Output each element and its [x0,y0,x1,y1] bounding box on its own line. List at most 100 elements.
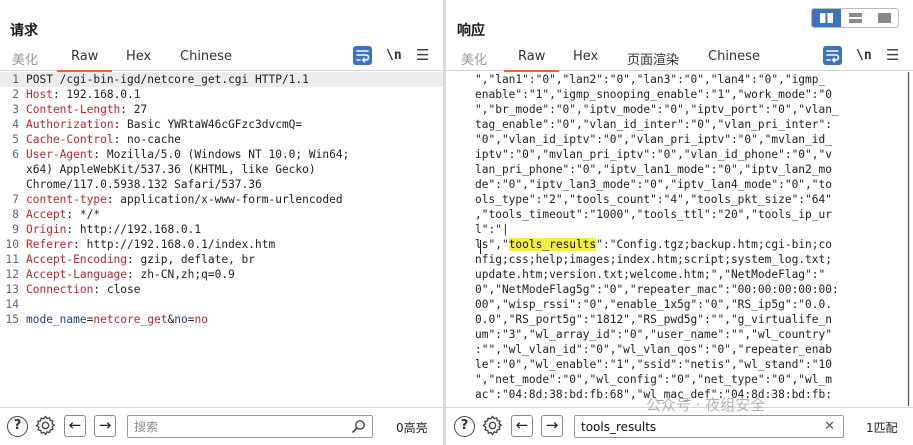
code-line: Chrome/117.0.5938.132 Safari/537.36 [0,177,443,192]
request-highlight-count: 0高亮 [396,421,428,435]
response-tab-pretty[interactable]: 美化 [461,49,487,68]
search-match-highlight: tools_results [508,238,597,251]
code-token: Cache-Control [26,133,114,146]
response-tab-raw[interactable]: Raw [503,49,560,72]
code-token: nfig;css;help;images;index.htm;script;sy… [475,253,832,266]
code-text: "0","vlan_id_iptv":"0","vlan_pri_iptv":"… [475,132,832,147]
word-wrap-icon[interactable] [823,46,842,65]
code-line: 1 POST /cgi-bin-igd/netcore_get.cgi HTTP/… [0,72,443,87]
search-icon[interactable] [351,419,366,434]
request-editor[interactable]: 1 POST /cgi-bin-igd/netcore_get.cgi HTTP/… [0,72,443,406]
response-pane: 响应 美化 Raw Hex 页面渲染 Chinese \n ☰ ","lan1"… [446,0,913,445]
search-prev-button[interactable]: ← [64,415,86,437]
response-tab-hex[interactable]: Hex [573,49,598,64]
code-token: : application/x-www-form-urlencoded [106,193,343,206]
response-tab-chinese[interactable]: Chinese [708,49,760,64]
code-token: ,"tools_timeout":"1000","tools_ttl":"20"… [475,208,832,221]
code-line: 6 User-Agent: Mozilla/5.0 (Windows NT 10.… [0,147,443,162]
code-token: um":"3","wl_array_id":"0","user_name":""… [475,328,832,341]
code-line: 13 Connection: close [0,282,443,297]
request-tab-chinese[interactable]: Chinese [180,49,232,64]
clear-search-icon[interactable]: ✕ [824,418,835,434]
line-number: 1 [12,73,19,86]
request-tab-hex[interactable]: Hex [126,49,151,64]
code-line: ","lan1":"0","lan2":"0","lan3":"0","lan4… [446,72,913,87]
code-token: : */* [66,208,101,221]
response-search-input[interactable] [581,418,801,435]
code-text: ","lan1":"0","lan2":"0","lan3":"0","lan4… [475,72,825,87]
watermark: 公众号 · 夜组安全 [646,396,766,414]
code-text: nfig;css;help;images;index.htm;script;sy… [475,252,832,267]
search-next-button[interactable]: → [94,415,116,437]
response-tabs: 美化 Raw Hex 页面渲染 Chinese \n ☰ [446,44,913,72]
help-icon[interactable]: ? [7,416,28,437]
layout-stacked-icon[interactable] [841,9,870,27]
code-line: enable":"1","igmp_snooping_enable":"1","… [446,87,913,102]
code-text: um":"3","wl_array_id":"0","user_name":""… [475,327,832,342]
request-search-input[interactable] [134,418,334,435]
code-token: 0.0","RS_port5g":"1812","RS_pwd5g":"","g… [475,313,832,326]
code-text: Authorization: Basic YWRtaW46cGFzc3dvcmQ… [26,117,302,132]
show-newlines-icon[interactable]: \n [856,46,875,65]
code-line: 0","NetModeFlag5g":"0","repeater_mac":"0… [446,282,913,297]
layout-tabs-icon[interactable] [870,9,898,27]
response-editor[interactable]: ","lan1":"0","lan2":"0","lan3":"0","lan4… [446,72,913,406]
code-token: le":"0","wl_enable":"1","ssid":"netis","… [475,358,832,371]
settings-gear-icon[interactable] [481,414,504,437]
response-menu-icon[interactable]: ☰ [886,46,905,65]
code-text: Accept: */* [26,207,100,222]
code-text: Connection: close [26,282,141,297]
line-number: 5 [12,133,19,146]
request-pane: 请求 美化 Raw Hex Chinese \n ☰ 1 POST /cgi-bi… [0,0,443,445]
settings-gear-icon[interactable] [34,414,57,437]
code-token: :"","wl_vlan_id":"0","wl_vlan_qos":"0","… [475,343,832,356]
search-prev-button[interactable]: ← [511,415,533,437]
line-number: 4 [12,118,19,131]
code-line: 0.0","RS_port5g":"1812","RS_pwd5g":"","g… [446,312,913,327]
request-tab-pretty[interactable]: 美化 [12,49,38,68]
code-token: : no-cache [113,133,181,146]
code-text: ,"tools_timeout":"1000","tools_ttl":"20"… [475,207,832,222]
code-token: 00","wisp_rssi":"0","enable_1x5g":"0","R… [475,298,832,311]
code-token: ","lan1":"0","lan2":"0","lan3":"0","lan4… [475,73,826,86]
line-number: 2 [12,88,19,101]
line-number: 12 [5,268,19,281]
code-line: 8 Accept: */* [0,207,443,222]
code-line: 7 content-type: application/x-www-form-ur… [0,192,443,207]
code-token: l":"| [475,223,509,236]
code-token: ":"Config.tgz;backup.htm;cgi-bin;co [596,238,832,251]
code-line: ","net_mode":"0","wl_config":"0","net_ty… [446,372,913,387]
help-icon[interactable]: ? [454,416,475,437]
code-token: : zh-CN,zh;q=0.9 [127,268,235,281]
line-number: 11 [5,253,19,266]
code-line: ols_type":"2","tools_count":"4","tools_p… [446,192,913,207]
code-token: User-Agent [26,148,94,161]
code-token: ols_type":"2","tools_count":"4","tools_p… [475,193,832,206]
code-token: tag_enable":"0","vlan_id_inter":"0","vla… [475,118,832,131]
layout-toggle [811,8,899,28]
code-token: Referer [26,238,74,251]
request-search-box [127,415,373,438]
layout-side-by-side-icon[interactable] [812,9,841,27]
search-next-button[interactable]: → [541,415,563,437]
request-menu-icon[interactable]: ☰ [416,46,435,65]
code-text: update.htm;version.txt;welcome.htm;","Ne… [475,267,825,282]
line-number: 8 [12,208,19,221]
code-line: um":"3","wl_array_id":"0","user_name":""… [446,327,913,342]
response-title: 响应 [457,23,485,39]
request-tab-raw[interactable]: Raw [56,49,113,72]
code-token: Connection [26,283,94,296]
word-wrap-icon[interactable] [353,46,372,65]
code-line: 15 mode_name=netcore_get&no=no [0,312,443,327]
code-text: :"","wl_vlan_id":"0","wl_vlan_qos":"0","… [475,342,832,357]
code-line: 3 Content-Length: 27 [0,102,443,117]
code-text: Content-Length: 27 [26,102,147,117]
line-number: 13 [5,283,19,296]
show-newlines-icon[interactable]: \n [386,46,405,65]
response-tab-render[interactable]: 页面渲染 [627,49,679,68]
code-text: content-type: application/x-www-form-url… [26,192,343,207]
code-token: : Basic YWRtaW46cGFzc3dvcmQ= [113,118,303,131]
code-text: lan_pri_phone":"0","iptv_lan1_mode":"0",… [475,162,832,177]
code-text: Cache-Control: no-cache [26,132,181,147]
code-text: mode_name=netcore_get&no=no [26,312,208,327]
